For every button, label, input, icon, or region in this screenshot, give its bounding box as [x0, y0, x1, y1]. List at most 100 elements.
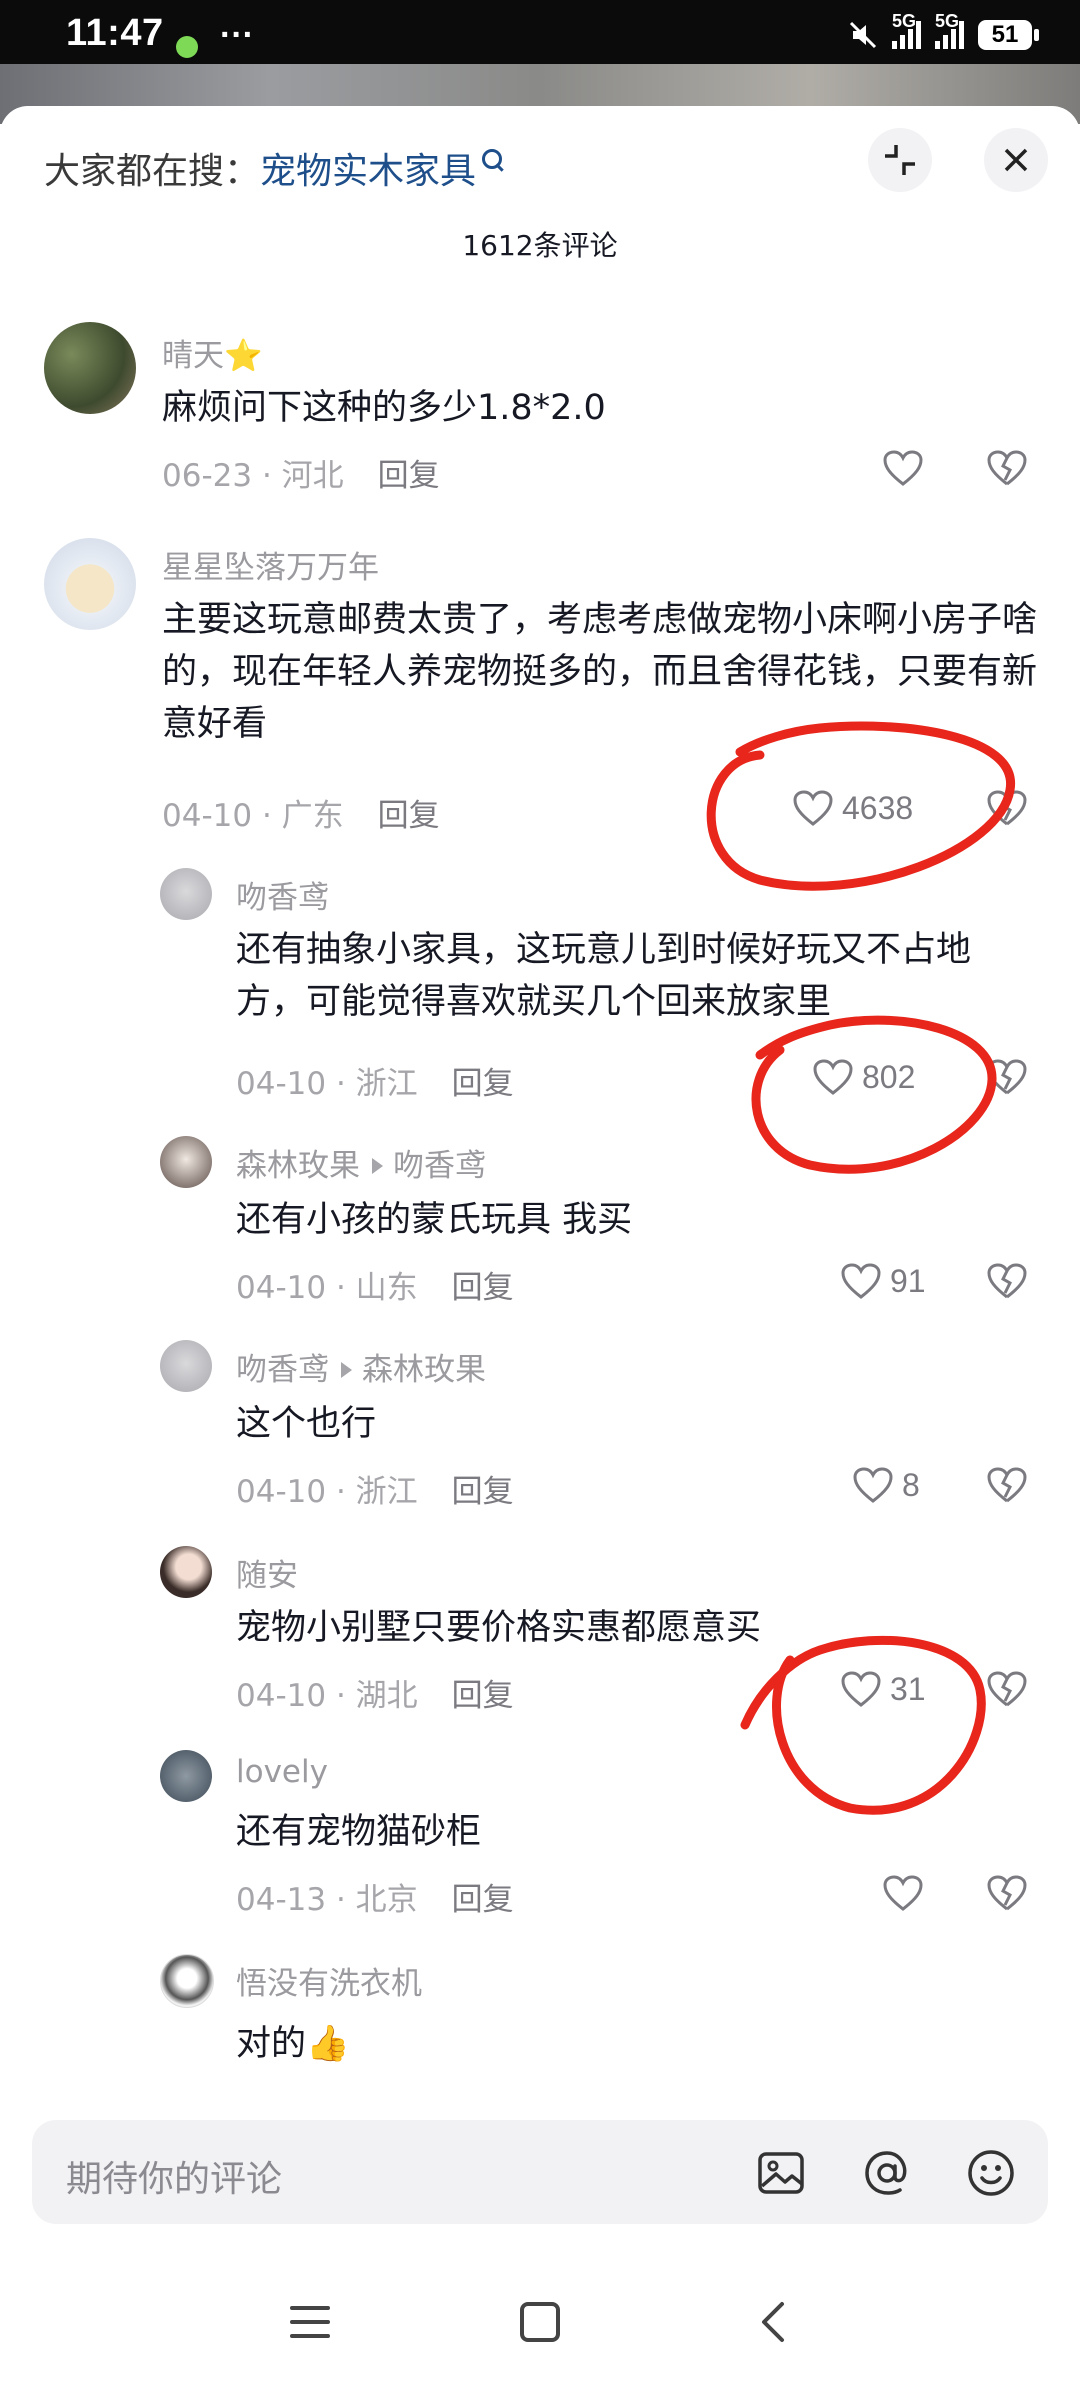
comment-location: 广东 [281, 798, 344, 834]
home-icon[interactable] [518, 2300, 562, 2344]
like-button[interactable]: 4638 [792, 789, 913, 827]
close-button[interactable] [984, 128, 1048, 192]
status-icons: 5G 5G 51 [848, 11, 1039, 50]
avatar[interactable] [44, 538, 136, 630]
reply-arrow-icon [372, 1158, 383, 1174]
like-count: 4638 [842, 789, 914, 826]
reply-arrow-icon [341, 1362, 352, 1378]
at-icon[interactable] [862, 2148, 912, 2198]
like-button[interactable] [882, 449, 924, 487]
heart-icon [793, 790, 833, 826]
heart-icon [841, 1671, 881, 1707]
status-more-icon: ··· [220, 16, 254, 54]
reply-button[interactable]: 回复 [378, 798, 440, 834]
like-count: 91 [890, 1262, 926, 1299]
broken-heart-icon[interactable] [986, 1874, 1028, 1912]
reply-button[interactable]: 回复 [452, 1882, 514, 1918]
avatar[interactable] [160, 1546, 212, 1598]
comment-input-placeholder: 期待你的评论 [66, 2159, 283, 2200]
comment-username[interactable]: 随安 [236, 1550, 298, 1595]
menu-icon[interactable] [288, 2300, 332, 2344]
comment-text: 还有抽象小家具，这玩意儿到时候好玩又不占地方，可能觉得喜欢就买几个回来放家里 [236, 930, 972, 1022]
reply-target[interactable]: 森林玫果 [362, 1352, 486, 1388]
avatar[interactable] [160, 1954, 214, 2008]
comment-text: 这个也行 [236, 1404, 377, 1444]
comment-meta: 04-10 · 山东 回复 [236, 1270, 514, 1306]
comment-date: 04-10 [236, 1066, 327, 1102]
status-time: 11:47 [66, 12, 164, 54]
comment-meta: 04-13 · 北京 回复 [236, 1882, 514, 1918]
broken-heart-icon[interactable] [986, 1262, 1028, 1300]
comment-count: 1612条评论 [462, 229, 618, 262]
comment-meta: 04-10 · 湖北 回复 [236, 1678, 514, 1714]
avatar[interactable] [160, 1136, 212, 1188]
comment-username[interactable]: 吻香鸢 [236, 872, 329, 917]
comment-location: 湖北 [355, 1678, 418, 1714]
broken-heart-icon[interactable] [986, 449, 1028, 487]
back-icon[interactable] [752, 2300, 796, 2344]
broken-heart-icon[interactable] [986, 1466, 1028, 1504]
like-button[interactable]: 802 [812, 1058, 915, 1096]
heart-icon [883, 450, 923, 486]
comment-location: 河北 [281, 458, 344, 494]
avatar[interactable] [44, 322, 136, 414]
like-button[interactable]: 91 [840, 1262, 926, 1300]
signal-icon: 5G [892, 11, 921, 49]
comment-text: 宠物小别墅只要价格实惠都愿意买 [236, 1608, 762, 1648]
heart-icon [813, 1059, 853, 1095]
comment-meta: 04-10 · 浙江 回复 [236, 1066, 514, 1102]
broken-heart-icon[interactable] [986, 789, 1028, 827]
search-suggestion[interactable]: 大家都在搜：宠物实木家具 [44, 142, 503, 194]
mute-icon [849, 21, 877, 49]
comment-username[interactable]: 晴天⭐ [162, 330, 263, 375]
comment-username[interactable]: 星星坠落万万年 [162, 542, 379, 587]
search-icon [482, 149, 503, 169]
minimize-icon [885, 145, 915, 175]
reply-button[interactable]: 回复 [452, 1270, 514, 1306]
heart-icon [853, 1467, 893, 1503]
like-button[interactable] [882, 1874, 924, 1912]
comment-text: 麻烦问下这种的多少1.8*2.0 [162, 388, 606, 428]
avatar[interactable] [160, 1750, 212, 1802]
minimize-button[interactable] [868, 128, 932, 192]
comment-meta: 04-10 · 广东 回复 [162, 798, 440, 834]
comment-location: 浙江 [355, 1066, 418, 1102]
like-button[interactable]: 8 [852, 1466, 920, 1504]
search-keyword[interactable]: 宠物实木家具 [260, 151, 476, 192]
comment-username: 森林玫果 吻香鸢 [236, 1140, 486, 1185]
comment-meta: 06-23 · 河北 回复 [162, 458, 440, 494]
reply-author[interactable]: 吻香鸢 [236, 1352, 329, 1388]
close-icon [1004, 148, 1028, 172]
reply-author[interactable]: 森林玫果 [236, 1148, 360, 1184]
comment-date: 04-10 [236, 1678, 327, 1714]
broken-heart-icon[interactable] [986, 1058, 1028, 1096]
emoji-icon[interactable] [966, 2148, 1016, 2198]
like-count: 802 [862, 1058, 916, 1095]
comment-date: 04-10 [236, 1474, 327, 1510]
reply-button[interactable]: 回复 [452, 1678, 514, 1714]
broken-heart-icon[interactable] [986, 1670, 1028, 1708]
comment-username[interactable]: lovely [236, 1754, 328, 1790]
comment-meta: 04-10 · 浙江 回复 [236, 1474, 514, 1510]
comment-location: 山东 [355, 1270, 418, 1306]
like-button[interactable]: 31 [840, 1670, 926, 1708]
like-count: 31 [890, 1670, 926, 1707]
reply-button[interactable]: 回复 [452, 1474, 514, 1510]
avatar[interactable] [160, 868, 212, 920]
reply-target[interactable]: 吻香鸢 [393, 1148, 486, 1184]
recording-dot-icon [176, 36, 198, 58]
heart-icon [883, 1875, 923, 1911]
status-bar: 11:47 ··· 5G 5G 51 [0, 0, 1080, 64]
comment-location: 浙江 [355, 1474, 418, 1510]
comment-location: 北京 [355, 1882, 418, 1918]
image-icon[interactable] [756, 2148, 806, 2198]
search-prefix: 大家都在搜： [44, 151, 261, 192]
avatar[interactable] [160, 1340, 212, 1392]
reply-button[interactable]: 回复 [378, 458, 440, 494]
comment-username[interactable]: 悟没有洗衣机 [236, 1958, 422, 2003]
like-count: 8 [902, 1466, 920, 1503]
reply-button[interactable]: 回复 [452, 1066, 514, 1102]
comment-date: 04-13 [236, 1882, 327, 1918]
system-navigation-bar [0, 2260, 1080, 2401]
comment-input[interactable]: 期待你的评论 [32, 2120, 1048, 2224]
